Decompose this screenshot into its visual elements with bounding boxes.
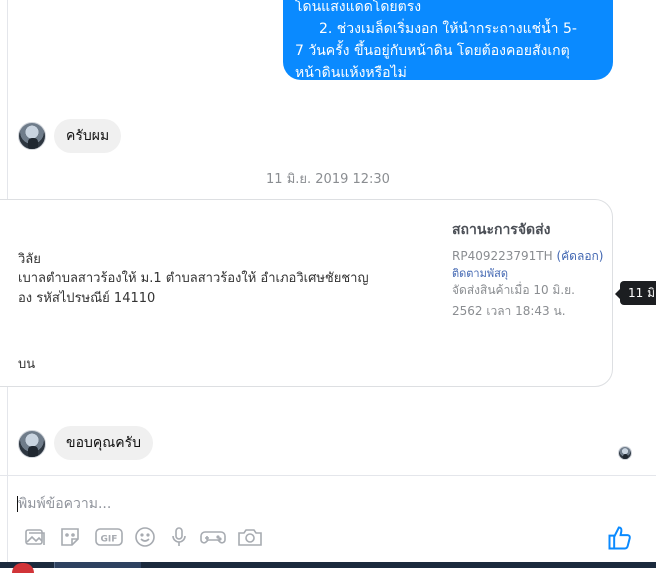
svg-text:GIF: GIF bbox=[101, 535, 118, 545]
outgoing-line-1: โดนแสงแดดโดยตรง bbox=[295, 0, 422, 15]
sticker-icon[interactable] bbox=[57, 524, 83, 550]
incoming-message-bubble[interactable]: ขอบคุณครับ bbox=[54, 426, 153, 460]
seen-receipt-avatar bbox=[618, 446, 632, 460]
address-line: วิลัย bbox=[18, 252, 41, 267]
taskbar-window-button[interactable] bbox=[54, 562, 141, 568]
outgoing-line-4: หน้าดินแห้งหรือไม่ bbox=[295, 65, 407, 80]
message-timestamp: 11 มิ.ย. 2019 12:30 bbox=[266, 172, 390, 187]
os-taskbar bbox=[0, 562, 656, 573]
tracking-number-value: RP409223791TH bbox=[452, 249, 553, 263]
game-controller-icon[interactable] bbox=[199, 524, 227, 550]
shipping-status-title: สถานะการจัดส่ง bbox=[452, 222, 551, 238]
outgoing-line-3: 7 วันครั้ง ขึ้นอยู่กับหน้าดิน โดยต้องคอย… bbox=[295, 43, 570, 59]
incoming-message-bubble[interactable]: ครับผม bbox=[54, 119, 122, 153]
gif-icon[interactable]: GIF bbox=[94, 524, 124, 550]
microphone-icon[interactable] bbox=[166, 524, 192, 550]
address-line: อง รหัสไปรษณีย์ 14110 bbox=[18, 291, 156, 306]
message-composer: GIF bbox=[0, 475, 656, 563]
outgoing-line-2: 2. ช่วงเมล็ดเริ่มงอก ให้นำกระถางแช่น้ำ 5… bbox=[319, 21, 577, 37]
photo-icon[interactable] bbox=[22, 524, 48, 550]
camera-icon[interactable] bbox=[236, 524, 264, 550]
avatar[interactable] bbox=[18, 122, 46, 150]
text-caret bbox=[17, 496, 18, 512]
address-line: บน bbox=[18, 357, 36, 372]
like-icon[interactable] bbox=[606, 524, 634, 552]
outgoing-message-bubble[interactable]: โดนแสงแดดโดยตรง 2. ช่วงเมล็ดเริ่มงอก ให้… bbox=[283, 0, 613, 80]
taskbar-app-icon[interactable] bbox=[12, 563, 34, 573]
avatar[interactable] bbox=[18, 430, 46, 458]
conversation-pane: โดนแสงแดดโดยตรง 2. ช่วงเมล็ดเริ่มงอก ให้… bbox=[0, 0, 656, 475]
message-input[interactable] bbox=[18, 492, 578, 516]
pane-divider bbox=[7, 476, 8, 563]
emoji-icon[interactable] bbox=[132, 524, 158, 550]
timestamp-tooltip: 11 มิ bbox=[615, 281, 656, 305]
ship-date: จัดส่งสินค้าเมื่อ 10 มิ.ย. 2562 เวลา 18:… bbox=[452, 283, 575, 318]
copy-tracking-link[interactable]: (คัดลอก) bbox=[556, 249, 603, 263]
address-line: เบาลตำบลสาวร้องให้ ม.1 ตำบลสาวร้องให้ อำ… bbox=[18, 271, 369, 286]
